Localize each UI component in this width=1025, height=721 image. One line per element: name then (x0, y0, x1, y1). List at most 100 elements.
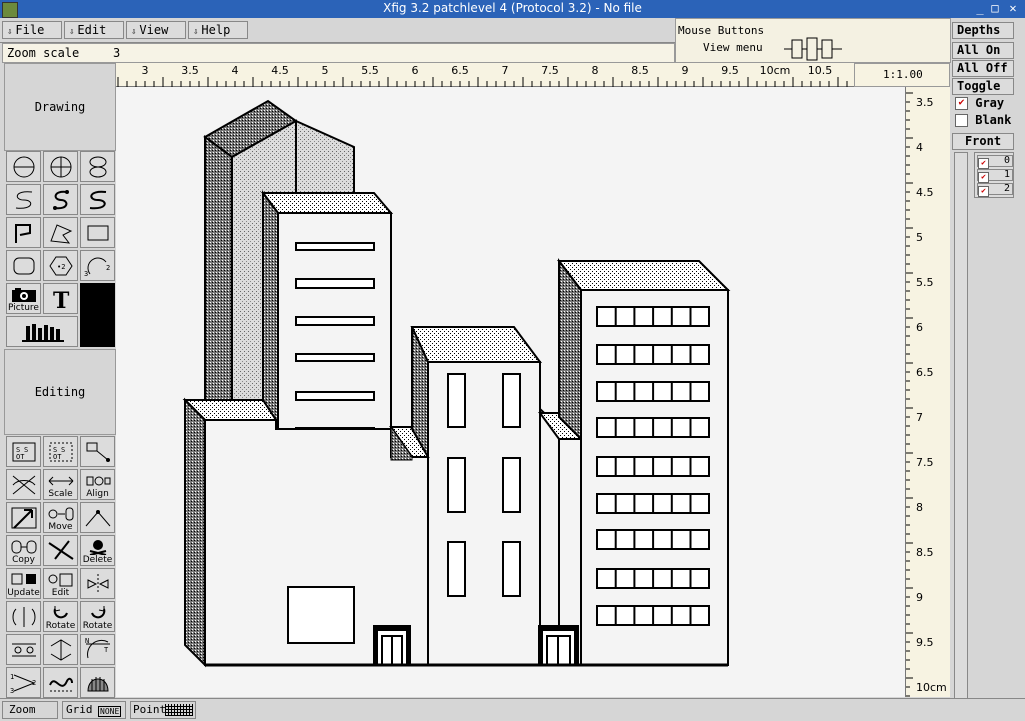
all-on-button[interactable]: All On (952, 42, 1014, 59)
right-ruler-tick-label: 6 (916, 321, 923, 334)
depth-layer-label: 2 (1004, 183, 1011, 194)
zoom-status[interactable]: Zoom (2, 701, 58, 719)
library-tool[interactable] (6, 316, 78, 347)
spline-edit-tool[interactable] (43, 667, 78, 698)
toggle-button[interactable]: Toggle (952, 78, 1014, 95)
top-ruler[interactable]: 3 3.5 4 4.5 5 5.5 6 6.5 7 7.5 8 8.5 9 9.5 10cm 10.5 (116, 63, 854, 87)
editing-mode-label: Editing (34, 385, 86, 399)
depth-layer-2[interactable]: ✔ 2 (977, 183, 1013, 197)
arc-box-tool[interactable] (6, 250, 41, 281)
point-status[interactable]: Point (130, 701, 196, 719)
picture-tool[interactable]: Picture (6, 283, 41, 314)
grid-status[interactable]: Grid NONE (62, 701, 126, 719)
regular-polygon-tool[interactable]: •2 (43, 250, 78, 281)
gray-option[interactable]: ✔ Gray (955, 96, 1004, 110)
scale-tool[interactable]: Scale (43, 469, 78, 500)
edit-tool[interactable]: Edit (43, 568, 78, 599)
text-tool[interactable]: T (43, 283, 78, 314)
move-point-tool[interactable] (6, 502, 41, 533)
svg-text:1: 1 (10, 673, 14, 681)
depth-list: ✔ 0 ✔ 1 ✔ 2 (974, 152, 1014, 198)
polyline-tool[interactable] (6, 217, 41, 248)
drawing-canvas[interactable] (116, 87, 905, 697)
open-compound-tool[interactable] (80, 436, 115, 467)
top-ruler-tick-label: 3.5 (181, 64, 199, 77)
maximize-icon[interactable]: □ (988, 2, 1002, 15)
building-drawing (182, 99, 731, 668)
tangent-tool[interactable]: NT (80, 634, 115, 665)
area-fill-tool[interactable] (80, 667, 115, 698)
copy-tool[interactable]: Copy (6, 535, 41, 566)
right-ruler-tick-label: 5.5 (916, 276, 934, 289)
circle-diameter-tool[interactable] (43, 151, 78, 182)
drawing-mode-panel: Drawing (4, 63, 116, 151)
scale-readout-box: 1:1.00 (854, 63, 950, 87)
flip-tool[interactable] (80, 568, 115, 599)
arc-tool[interactable]: 32 (80, 250, 115, 281)
editing-mode-panel: Editing (4, 349, 116, 435)
right-ruler-tick-label: 9.5 (916, 636, 934, 649)
top-ruler-tick-label: 8.5 (631, 64, 649, 77)
gray-checkbox[interactable]: ✔ (955, 97, 968, 110)
top-ruler-tick-label: 5.5 (361, 64, 379, 77)
add-point-tool[interactable] (80, 502, 115, 533)
minimize-icon[interactable]: _ (973, 2, 987, 15)
blank-label: Blank (975, 113, 1012, 127)
rotate-ccw-tool[interactable]: Rotate (43, 601, 78, 632)
menu-help[interactable]: ⇩ Help (188, 21, 248, 39)
layer-checkbox[interactable]: ✔ (978, 172, 989, 183)
interp-spline-tool[interactable] (80, 184, 115, 215)
depths-button[interactable]: Depths (952, 22, 1014, 39)
update-tool[interactable]: Update (6, 568, 41, 599)
menu-edit[interactable]: ⇩ Edit (64, 21, 124, 39)
arrow-tool[interactable]: 1 3 2 (6, 667, 41, 698)
delete-point-tool[interactable] (43, 535, 78, 566)
depth-scrollbar[interactable] (954, 152, 968, 720)
circle-radius-tool[interactable] (6, 151, 41, 182)
top-ruler-tick-label: 7.5 (541, 64, 559, 77)
depth-layer-1[interactable]: ✔ 1 (977, 169, 1013, 183)
update-tool-label: Update (7, 588, 40, 598)
depth-layer-label: 0 (1004, 155, 1011, 166)
align-tool[interactable]: Align (80, 469, 115, 500)
menu-file[interactable]: ⇩ File (2, 21, 62, 39)
window-titlebar: Xfig 3.2 patchlevel 4 (Protocol 3.2) - N… (0, 0, 1025, 18)
box-tool[interactable] (80, 217, 115, 248)
delete-tool[interactable]: Delete (80, 535, 115, 566)
top-ruler-ticks: 3 3.5 4 4.5 5 5.5 6 6.5 7 7.5 8 8.5 9 9.5 10cm 10.5 (117, 64, 848, 87)
closed-spline-tool[interactable] (6, 184, 41, 215)
right-ruler-tick-label: 10cm (916, 681, 947, 694)
close-icon[interactable]: ✕ (1006, 2, 1020, 15)
right-ruler[interactable]: 3.5 4 4.5 5 5.5 6 6.5 7 7.5 8 8.5 9 9.5 10cm (905, 87, 950, 697)
scale-tool-icon[interactable] (6, 469, 41, 500)
edit-tool-label: Edit (51, 588, 70, 598)
menu-edit-label: Edit (77, 23, 107, 37)
break-compound-tool[interactable]: S S OT (43, 436, 78, 467)
ellipse-tool[interactable] (80, 151, 115, 182)
approx-spline-tool[interactable] (43, 184, 78, 215)
top-ruler-tick-label: 5 (322, 64, 329, 77)
color-swatch[interactable] (80, 283, 115, 347)
blank-checkbox[interactable] (955, 114, 968, 127)
blank-option[interactable]: Blank (955, 113, 1011, 127)
layer-checkbox[interactable]: ✔ (978, 158, 989, 169)
layer-checkbox[interactable]: ✔ (978, 186, 989, 197)
polygon-tool[interactable] (43, 217, 78, 248)
depth-layer-0[interactable]: ✔ 0 (977, 155, 1013, 169)
point-grid-icon (165, 704, 193, 716)
convert-tool[interactable] (6, 634, 41, 665)
move-tool[interactable]: Move (43, 502, 78, 533)
depth-layer-label: 1 (1004, 169, 1011, 180)
glue-compound-tool[interactable]: S S OT (6, 436, 41, 467)
menu-view[interactable]: ⇩ View (126, 21, 186, 39)
anchor-tool[interactable] (43, 634, 78, 665)
rotate-cw-tool[interactable]: Rotate (80, 601, 115, 632)
flip-horizontal-tool[interactable] (6, 601, 41, 632)
menu-file-label: File (15, 23, 45, 37)
right-ruler-ticks: 3.5 4 4.5 5 5.5 6 6.5 7 7.5 8 8.5 9 9.5 10cm (906, 92, 947, 697)
gray-label: Gray (975, 96, 1005, 110)
menu-help-label: Help (201, 23, 231, 37)
all-off-button[interactable]: All Off (952, 60, 1014, 77)
zoom-scale-bar[interactable]: Zoom scale 3 (2, 43, 675, 63)
align-tool-label: Align (86, 489, 109, 499)
